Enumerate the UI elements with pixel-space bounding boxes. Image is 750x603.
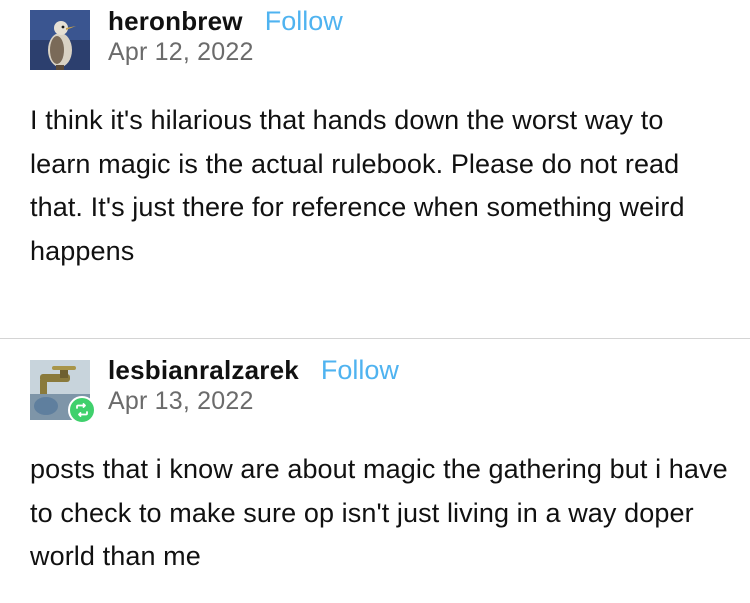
avatar[interactable] <box>30 360 96 424</box>
name-row: heronbrew Follow <box>108 6 343 37</box>
heron-bird-avatar-icon <box>30 10 90 70</box>
post-body: posts that i know are about magic the ga… <box>30 454 728 571</box>
post-date: Apr 12, 2022 <box>108 38 254 66</box>
reblog-icon <box>76 403 88 417</box>
post-body: I think it's hilarious that hands down t… <box>30 105 685 266</box>
follow-button[interactable]: Follow <box>265 6 343 37</box>
follow-button[interactable]: Follow <box>321 355 399 386</box>
post-header: heronbrew Follow Apr 12, 2022 <box>108 6 343 67</box>
username[interactable]: lesbianralzarek <box>108 355 299 386</box>
post-lesbianralzarek: lesbianralzarek Follow Apr 13, 2022 post… <box>0 339 750 603</box>
post-header: lesbianralzarek Follow Apr 13, 2022 <box>108 355 399 416</box>
reblog-badge <box>68 396 96 424</box>
post-date: Apr 13, 2022 <box>108 387 254 415</box>
username[interactable]: heronbrew <box>108 6 243 37</box>
post-heronbrew: heronbrew Follow Apr 12, 2022 I think it… <box>0 0 750 338</box>
name-row: lesbianralzarek Follow <box>108 355 399 386</box>
avatar[interactable] <box>30 10 90 70</box>
